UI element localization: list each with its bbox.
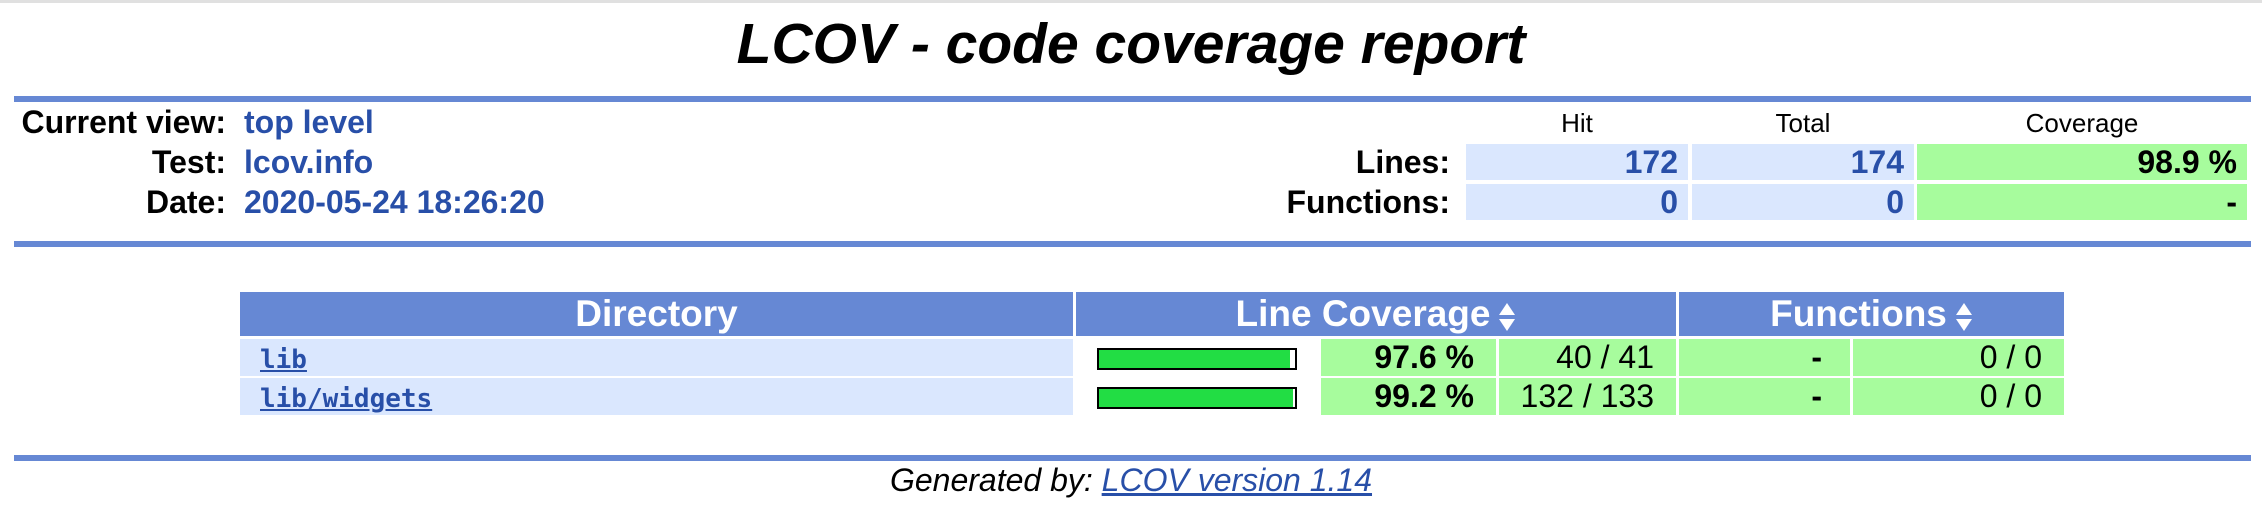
functions-coverage: - — [1917, 184, 2247, 220]
functions-total: 0 — [1692, 184, 1914, 220]
coverage-bar-fill — [1099, 389, 1294, 407]
functions-hit: 0 — [1466, 184, 1688, 220]
coverage-bar — [1097, 348, 1297, 370]
lines-hit: 172 — [1466, 144, 1688, 180]
test-value: lcov.info — [244, 144, 374, 180]
lcov-version-link[interactable]: LCOV version 1.14 — [1102, 462, 1372, 498]
lcov-report-page: LCOV - code coverage report Current view… — [0, 0, 2262, 522]
line-coverage-percent: 99.2 % — [1321, 378, 1496, 415]
footer: Generated by: LCOV version 1.14 — [0, 460, 2262, 500]
line-coverage-column-header[interactable]: Line Coverage — [1076, 292, 1676, 336]
table-row-name-cell: lib/widgets — [240, 378, 1073, 415]
functions-header-label: Functions — [1770, 293, 1947, 334]
function-coverage-count: 0 / 0 — [1853, 378, 2064, 415]
lines-coverage: 98.9 % — [1917, 144, 2247, 180]
directory-link-lib-widgets[interactable]: lib/widgets — [260, 384, 432, 414]
directory-column-header: Directory — [240, 292, 1073, 336]
function-coverage-percent: - — [1679, 378, 1850, 415]
functions-column-header[interactable]: Functions — [1679, 292, 2064, 336]
top-divider — [0, 0, 2262, 3]
test-label: Test: — [151, 144, 226, 180]
function-coverage-count: 0 / 0 — [1853, 339, 2064, 376]
summary-col-hit: Hit — [1561, 108, 1593, 138]
date-label: Date: — [145, 184, 226, 220]
line-coverage-header-label: Line Coverage — [1235, 293, 1491, 334]
current-view-label: Current view: — [21, 104, 226, 140]
function-coverage-percent: - — [1679, 339, 1850, 376]
line-coverage-percent: 97.6 % — [1321, 339, 1496, 376]
coverage-bar-cell — [1076, 339, 1318, 376]
coverage-bar-fill — [1099, 350, 1291, 368]
functions-label: Functions: — [1286, 184, 1450, 220]
line-coverage-count: 132 / 133 — [1499, 378, 1676, 415]
line-coverage-count: 40 / 41 — [1499, 339, 1676, 376]
lines-label: Lines: — [1355, 144, 1450, 180]
date-value: 2020-05-24 18:26:20 — [244, 184, 545, 220]
page-title: LCOV - code coverage report — [736, 12, 1526, 76]
lines-total: 174 — [1692, 144, 1914, 180]
current-view-value: top level — [244, 104, 374, 140]
summary-col-coverage: Coverage — [2025, 108, 2139, 138]
coverage-bar-cell — [1076, 378, 1318, 415]
table-row-name-cell: lib — [240, 339, 1073, 376]
generated-by-label: Generated by: — [889, 462, 1093, 498]
sort-icon[interactable] — [1955, 298, 1973, 332]
coverage-bar — [1097, 387, 1297, 409]
directory-header-label: Directory — [575, 293, 738, 334]
sort-icon[interactable] — [1498, 298, 1516, 332]
header-bottom-rule — [14, 241, 2251, 247]
summary-col-total: Total — [1775, 108, 1831, 138]
directory-link-lib[interactable]: lib — [260, 345, 307, 375]
